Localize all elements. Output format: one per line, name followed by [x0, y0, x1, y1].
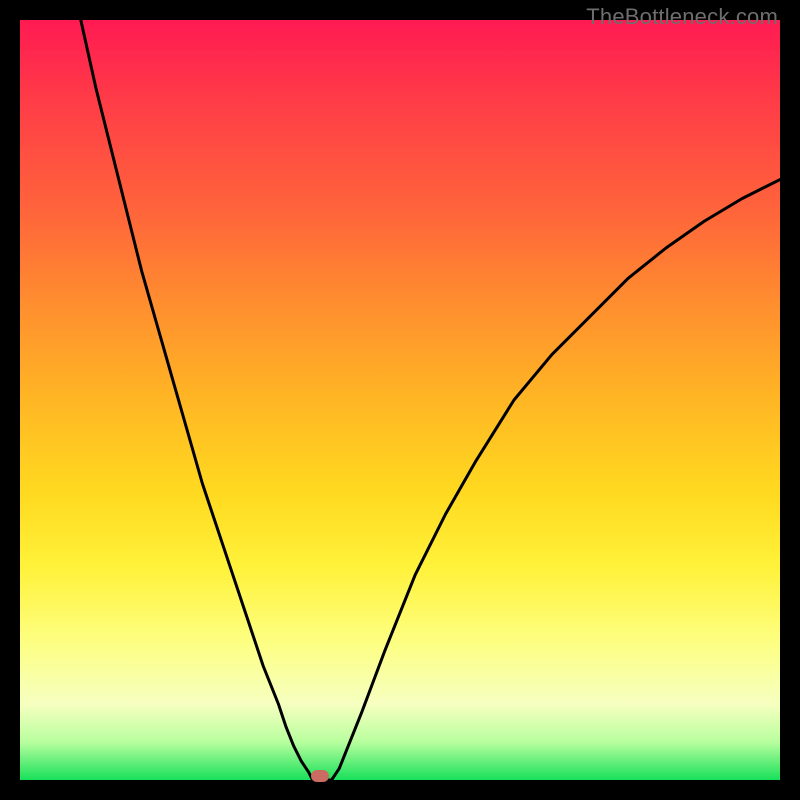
watermark-text: TheBottleneck.com	[586, 4, 778, 30]
bottleneck-curve	[20, 20, 780, 780]
optimum-marker	[311, 770, 329, 782]
chart-frame	[20, 20, 780, 780]
